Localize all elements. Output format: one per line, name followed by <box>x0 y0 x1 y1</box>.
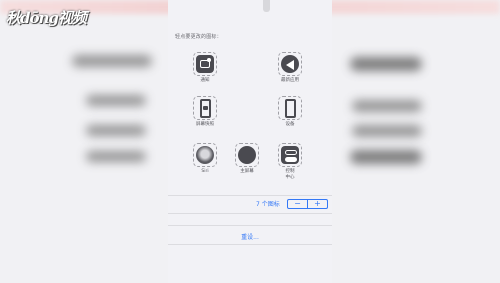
icon-count-row: 7 个图标 − + <box>168 196 332 212</box>
icon-count-text: 7 个图标 <box>256 201 280 208</box>
divider <box>168 213 332 214</box>
siri-icon <box>193 143 217 167</box>
divider <box>168 225 332 226</box>
menu-item-label: 通知 <box>200 78 210 83</box>
menu-item-recent-apps[interactable]: 最新应用 <box>268 52 312 84</box>
icon-count-stepper[interactable]: − + <box>287 199 328 209</box>
reset-button[interactable]: 重设... <box>168 232 332 241</box>
notification-icon <box>193 52 217 76</box>
blurred-item <box>352 125 422 137</box>
blurred-item <box>350 57 422 71</box>
divider <box>168 244 332 245</box>
blurred-item <box>350 150 422 164</box>
increase-button[interactable]: + <box>308 200 327 208</box>
blurred-item <box>72 55 152 67</box>
customize-menu-panel: 轻点要更改的图标： 通知 最新应用 屏幕快照 设备 Siri 主屏幕 控制 中心… <box>168 0 332 283</box>
blurred-item <box>86 151 146 162</box>
panel-top-notch <box>263 0 270 12</box>
screenshot-phone-icon <box>193 96 217 120</box>
menu-item-label: 设备 <box>285 122 295 127</box>
control-center-icon <box>278 143 302 167</box>
menu-item-device[interactable]: 设备 <box>268 96 312 128</box>
blurred-item <box>86 125 146 136</box>
menu-item-siri[interactable]: Siri <box>183 143 227 175</box>
back-arrow-icon <box>278 52 302 76</box>
blurred-item <box>86 95 146 106</box>
menu-item-notification[interactable]: 通知 <box>183 52 227 84</box>
home-button-icon <box>235 143 259 167</box>
left-blurred-panel <box>0 0 168 283</box>
right-blurred-panel <box>332 0 500 283</box>
menu-item-control-center[interactable]: 控制 中心 <box>268 143 312 181</box>
blurred-item <box>352 100 422 112</box>
menu-item-label: 屏幕快照 <box>196 122 214 127</box>
menu-item-label: 控制 中心 <box>285 169 295 180</box>
hint-text: 轻点要更改的图标： <box>175 34 222 40</box>
decrease-button[interactable]: − <box>288 200 307 208</box>
menu-item-label: Siri <box>201 169 209 174</box>
menu-item-label: 最新应用 <box>281 78 299 83</box>
menu-item-home[interactable]: 主屏幕 <box>225 143 269 175</box>
menu-item-label: 主屏幕 <box>240 169 254 174</box>
device-phone-icon <box>278 96 302 120</box>
menu-item-screenshot[interactable]: 屏幕快照 <box>183 96 227 128</box>
watermark-logo: 秋dōng视频 <box>6 9 87 27</box>
